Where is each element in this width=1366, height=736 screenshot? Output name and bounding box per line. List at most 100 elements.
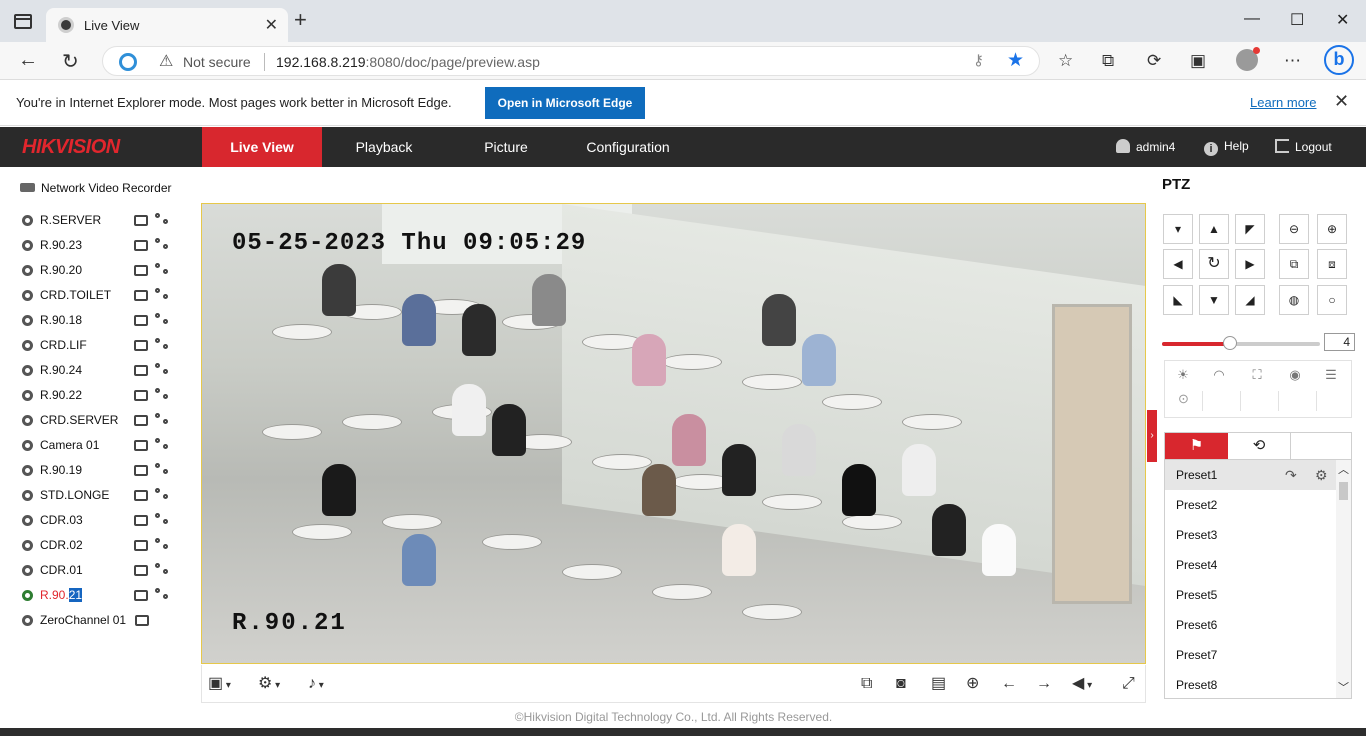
digital-zoom-icon[interactable]: ⊕ [966, 675, 979, 693]
camera-item[interactable]: Camera 01 [22, 436, 192, 456]
stream-icon[interactable] [134, 540, 148, 551]
tab-preset-flag-icon[interactable]: ⚑ [1165, 433, 1228, 459]
volume-muted-icon[interactable]: ◀ [1072, 675, 1092, 695]
logout-link[interactable]: Logout [1275, 139, 1332, 154]
stream-icon[interactable] [134, 440, 148, 451]
channel-settings-icon[interactable] [155, 413, 171, 429]
stream-icon[interactable] [134, 290, 148, 301]
stream-icon[interactable] [134, 265, 148, 276]
capture-window-icon[interactable]: ⧉ [861, 675, 872, 693]
favorites-icon[interactable]: ☆ [1058, 51, 1073, 71]
open-in-edge-button[interactable]: Open in Microsoft Edge [485, 87, 645, 119]
window-layout-icon[interactable]: ▣ [208, 675, 231, 695]
camera-item-active[interactable]: R.90.21 [22, 586, 192, 606]
iris-open-icon[interactable]: ○ [1317, 285, 1347, 315]
ptz-right-icon[interactable]: ▶ [1235, 249, 1265, 279]
channel-settings-icon[interactable] [155, 363, 171, 379]
tab-live-view[interactable]: Live View [202, 127, 322, 167]
more-menu-icon[interactable]: ⋯ [1284, 51, 1301, 71]
tab-playback[interactable]: Playback [324, 127, 444, 167]
speed-slider-knob[interactable] [1222, 336, 1237, 350]
stream-icon[interactable] [134, 515, 148, 526]
favorite-star-icon[interactable]: ★ [1007, 49, 1024, 72]
preset-item[interactable]: Preset6 [1165, 610, 1337, 640]
key-icon[interactable]: ⚷ [973, 51, 984, 69]
ptz-up-icon[interactable]: ▲ [1199, 214, 1229, 244]
more-menu-icon[interactable]: ☰ [1313, 367, 1349, 387]
user-menu[interactable]: admin4 [1116, 139, 1175, 154]
internet-explorer-icon[interactable] [119, 53, 137, 71]
camera-item[interactable]: CRD.LIF [22, 336, 192, 356]
camera-item[interactable]: R.90.20 [22, 261, 192, 281]
stream-icon[interactable] [134, 415, 148, 426]
scroll-thumb[interactable] [1339, 482, 1348, 500]
channel-settings-icon[interactable] [155, 288, 171, 304]
ptz-up-left-icon[interactable]: ▾ [1163, 214, 1193, 244]
channel-settings-icon[interactable] [155, 263, 171, 279]
stream-icon[interactable] [134, 365, 148, 376]
ptz-down-icon[interactable]: ▼ [1199, 285, 1229, 315]
channel-settings-icon[interactable] [155, 488, 171, 504]
camera-item[interactable]: CRD.TOILET [22, 286, 192, 306]
wiper-icon[interactable]: ◠ [1201, 367, 1237, 387]
channel-settings-icon[interactable] [155, 563, 171, 579]
focus-near-icon[interactable]: ⧉ [1279, 249, 1309, 279]
fullscreen-icon[interactable]: ⤢ [1122, 675, 1135, 693]
camera-item[interactable]: R.90.23 [22, 236, 192, 256]
stream-type-icon[interactable]: ⚙ [258, 675, 280, 695]
split-screen-icon[interactable]: ▣ [1190, 51, 1206, 71]
preset-item[interactable]: Preset5 [1165, 580, 1337, 610]
ptz-down-left-icon[interactable]: ◣ [1163, 285, 1193, 315]
channel-settings-icon[interactable] [155, 313, 171, 329]
channel-settings-icon[interactable] [155, 513, 171, 529]
profile-avatar[interactable] [1236, 47, 1260, 71]
stream-icon[interactable] [134, 240, 148, 251]
set-preset-gear-icon[interactable]: ⚙ [1315, 460, 1328, 490]
ptz-left-icon[interactable]: ◀ [1163, 249, 1193, 279]
new-tab-icon[interactable]: + [294, 9, 307, 31]
preset-item[interactable]: Preset4 [1165, 550, 1337, 580]
address-bar[interactable]: ⚠ Not secure 192.168.8.219:8080/doc/page… [102, 46, 1040, 76]
camera-item[interactable]: CRD.SERVER [22, 411, 192, 431]
tab-patrol-icon[interactable]: ⟲ [1228, 433, 1291, 459]
camera-item[interactable]: R.90.24 [22, 361, 192, 381]
camera-item[interactable]: R.90.18 [22, 311, 192, 331]
stream-icon[interactable] [134, 390, 148, 401]
window-close-icon[interactable]: ✕ [1336, 10, 1349, 30]
scroll-up-icon[interactable]: ︿ [1336, 462, 1351, 478]
channel-settings-icon[interactable] [155, 588, 171, 604]
preset-item[interactable]: Preset2 [1165, 490, 1337, 520]
minimize-icon[interactable]: — [1244, 10, 1260, 28]
lens-init-icon[interactable]: ◉ [1277, 367, 1313, 387]
tab-picture[interactable]: Picture [446, 127, 566, 167]
nvr-root[interactable]: Network Video Recorder [20, 181, 172, 195]
stream-icon[interactable] [134, 565, 148, 576]
one-touch-focus-icon[interactable]: ⛶ [1239, 367, 1275, 387]
zoom-in-icon[interactable]: ⊕ [1317, 214, 1347, 244]
ptz-speed-slider[interactable] [1162, 336, 1320, 350]
preset-item[interactable]: Preset3 [1165, 520, 1337, 550]
stream-icon[interactable] [134, 490, 148, 501]
channel-settings-icon[interactable] [155, 438, 171, 454]
channel-settings-icon[interactable] [155, 463, 171, 479]
iris-close-icon[interactable]: ◍ [1279, 285, 1309, 315]
camera-item[interactable]: CDR.02 [22, 536, 192, 556]
camera-item[interactable]: R.SERVER [22, 211, 192, 231]
maximize-icon[interactable]: ☐ [1290, 10, 1304, 30]
ptz-down-right-icon[interactable]: ◢ [1235, 285, 1265, 315]
tab-actions-icon[interactable] [14, 14, 32, 29]
camera-item[interactable]: CDR.03 [22, 511, 192, 531]
learn-more-link[interactable]: Learn more [1250, 95, 1316, 110]
ptz-up-right-icon[interactable]: ◤ [1235, 214, 1265, 244]
refresh-icon[interactable]: ↻ [62, 49, 79, 74]
tab-pattern[interactable] [1291, 433, 1354, 459]
tab-configuration[interactable]: Configuration [568, 127, 688, 167]
url-text[interactable]: 192.168.8.219:8080/doc/page/preview.asp [276, 54, 540, 70]
snapshot-camera-icon[interactable]: ◙ [896, 675, 906, 693]
channel-settings-icon[interactable] [155, 338, 171, 354]
camera-item[interactable]: R.90.22 [22, 386, 192, 406]
security-status[interactable]: Not secure [183, 54, 251, 70]
camera-item-zero-channel[interactable]: ZeroChannel 01 [22, 611, 192, 631]
stream-icon[interactable] [134, 590, 148, 601]
stream-icon[interactable] [134, 315, 148, 326]
